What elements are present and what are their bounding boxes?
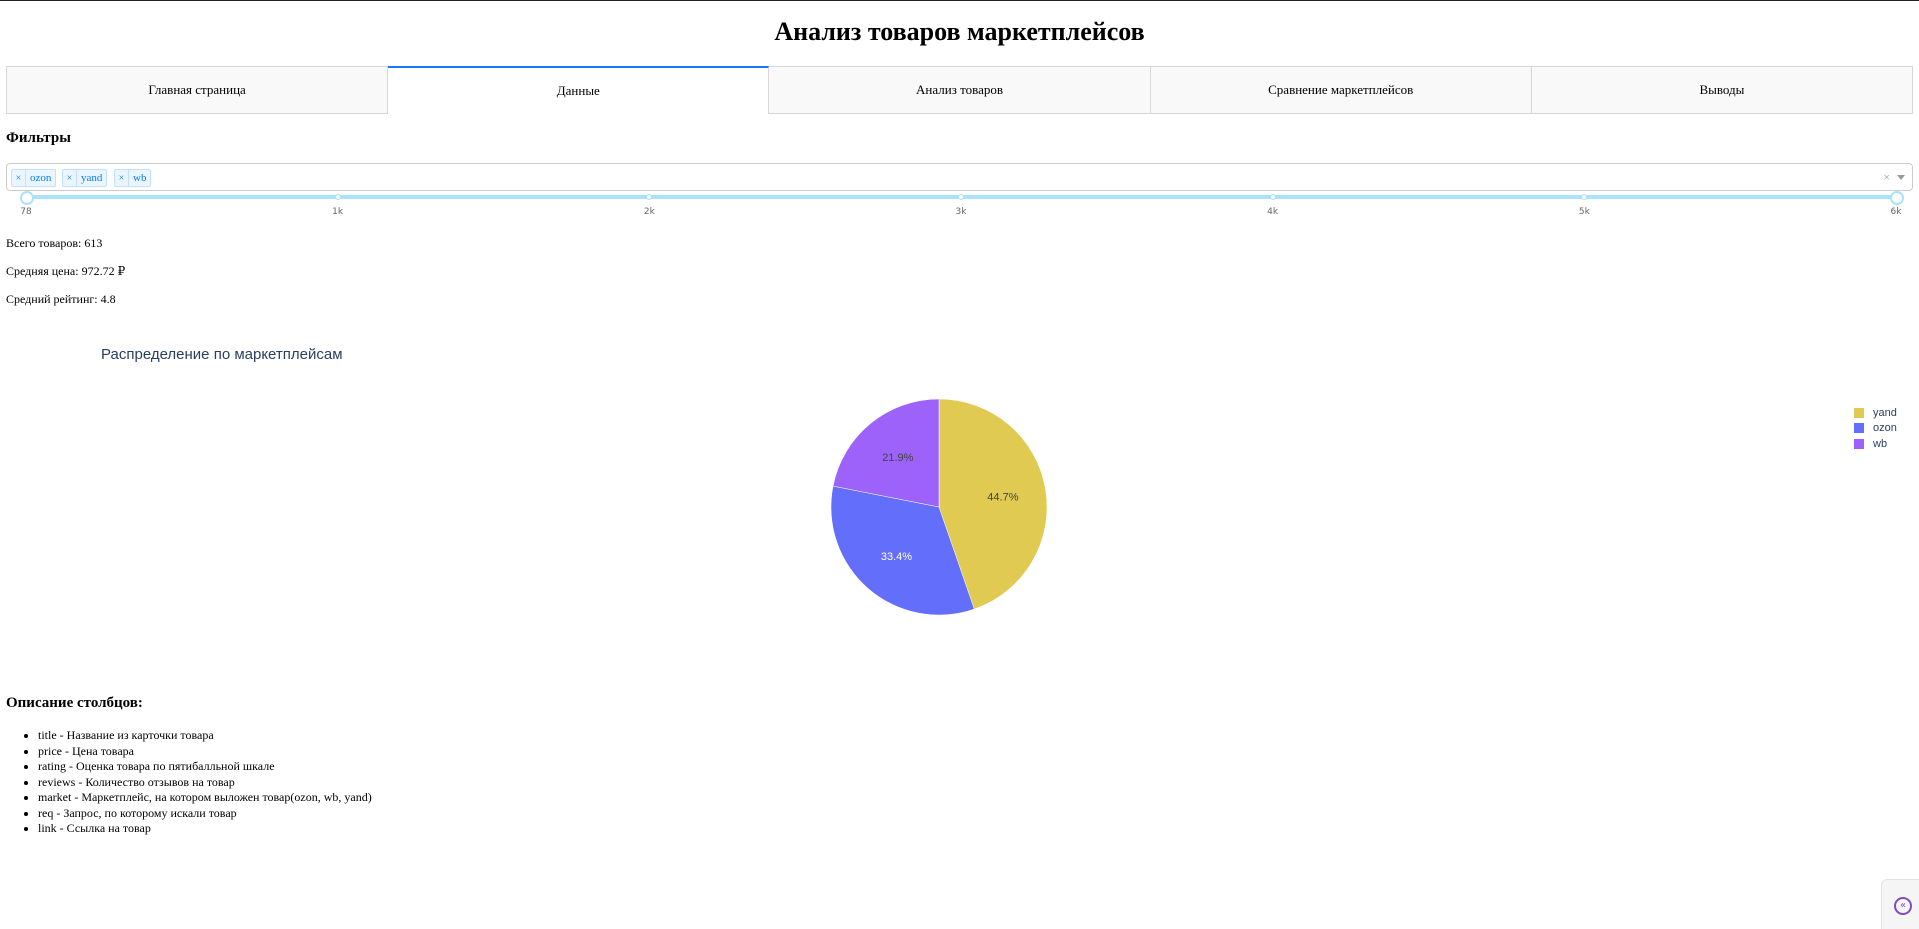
legend-swatch: [1854, 423, 1864, 434]
list-item: rating - Оценка товара по пятибалльной ш…: [38, 759, 372, 775]
devtools-toggle-button[interactable]: «: [1881, 879, 1919, 929]
pie-label-ozon: 33.4%: [881, 551, 912, 563]
chevrons-left-icon: «: [1894, 897, 1912, 915]
list-item: link - Ссылка на товар: [38, 821, 372, 837]
pie-label-yand: 44.7%: [987, 491, 1018, 503]
legend-swatch: [1854, 438, 1864, 449]
list-item: price - Цена товара: [38, 744, 372, 760]
chart-legend: yand ozon wb: [1854, 405, 1897, 452]
legend-swatch: [1854, 407, 1864, 418]
legend-item-wb[interactable]: wb: [1854, 436, 1897, 452]
columns-description-list: title - Название из карточки товара pric…: [6, 728, 372, 837]
pie-label-wb: 21.9%: [882, 452, 913, 464]
legend-label: yand: [1873, 406, 1897, 419]
columns-description-heading: Описание столбцов:: [6, 695, 143, 711]
legend-item-ozon[interactable]: ozon: [1854, 421, 1897, 437]
legend-label: wb: [1873, 437, 1888, 450]
list-item: title - Название из карточки товара: [38, 728, 372, 744]
list-item: market - Маркетплейс, на котором выложен…: [38, 790, 372, 806]
legend-label: ozon: [1873, 422, 1897, 435]
list-item: req - Запрос, по которому искали товар: [38, 806, 372, 822]
list-item: reviews - Количество отзывов на товар: [38, 775, 372, 791]
legend-item-yand[interactable]: yand: [1854, 405, 1897, 421]
